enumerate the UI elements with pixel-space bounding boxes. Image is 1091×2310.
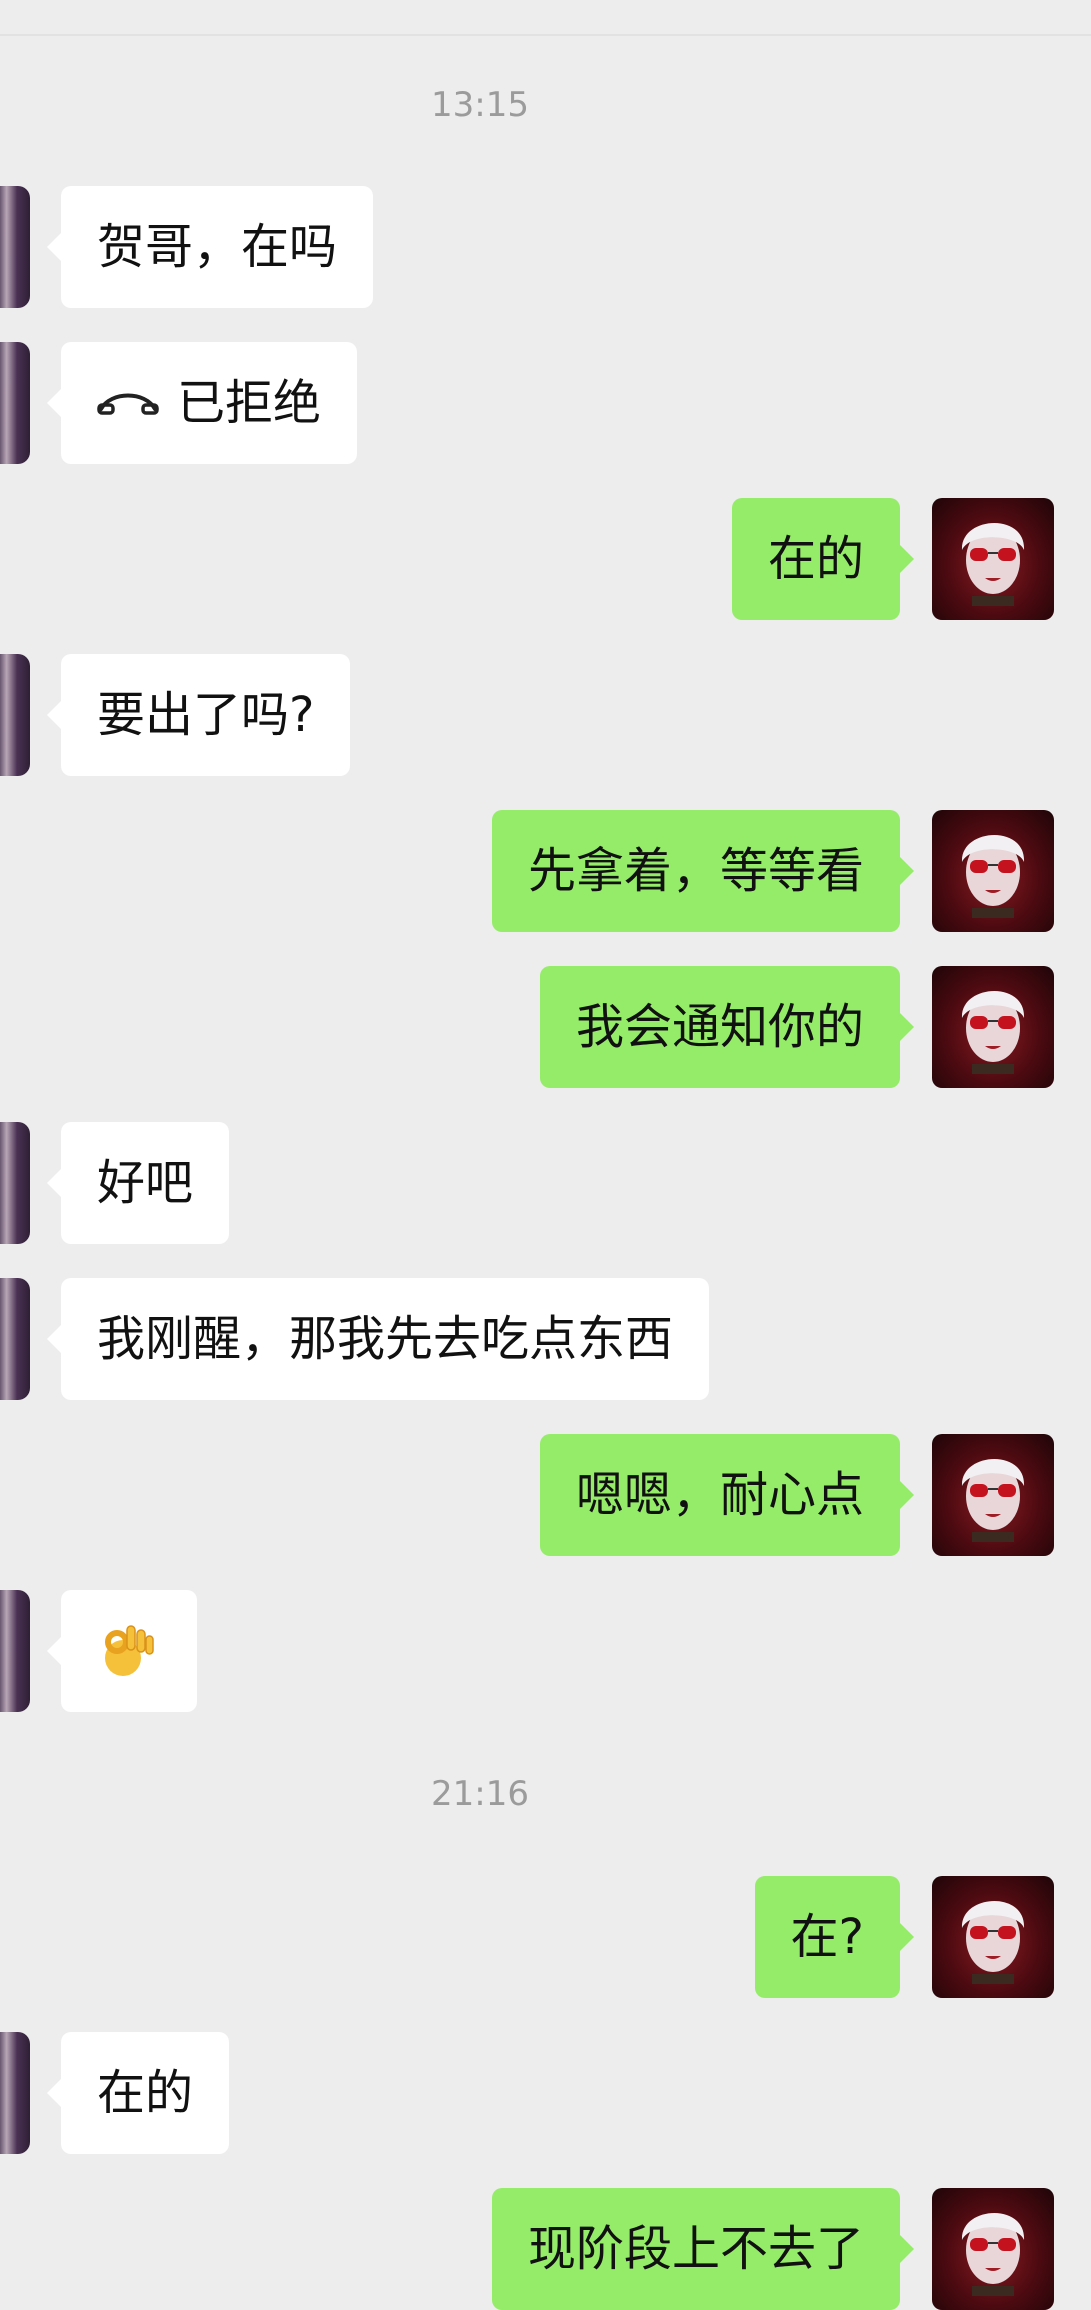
message-row-outgoing: 现阶段上不去了 <box>0 2188 1091 2310</box>
message-bubble-outgoing[interactable]: 现阶段上不去了 <box>491 2188 915 2310</box>
contact-avatar[interactable] <box>0 1122 30 1244</box>
message-bubble-incoming[interactable]: 贺哥，在吗 <box>46 186 374 308</box>
message-row-incoming: 我刚醒，那我先去吃点东西 <box>0 1278 1091 1400</box>
message-row-incoming: 已拒绝 <box>0 342 1091 464</box>
avatar-portrait-image <box>961 522 1025 606</box>
contact-avatar[interactable] <box>0 186 30 308</box>
call-record-bubble[interactable]: 已拒绝 <box>46 342 358 464</box>
message-row-incoming: 在的 <box>0 2032 1091 2154</box>
avatar-portrait-image <box>961 1900 1025 1984</box>
ok-hand-emoji-icon <box>105 1625 154 1676</box>
my-avatar[interactable] <box>932 810 1054 932</box>
contact-avatar[interactable] <box>0 2032 30 2154</box>
contact-avatar[interactable] <box>0 1590 30 1712</box>
my-avatar[interactable] <box>932 966 1054 1088</box>
message-row-outgoing: 我会通知你的 <box>0 966 1091 1088</box>
message-row-incoming <box>0 1590 1091 1712</box>
message-row-outgoing: 在? <box>0 1876 1091 1998</box>
avatar-portrait-image <box>961 1458 1025 1542</box>
message-bubble-incoming[interactable]: 在的 <box>46 2032 230 2154</box>
message-row-outgoing: 嗯嗯，耐心点 <box>0 1434 1091 1556</box>
timestamp: 21:16 <box>431 1774 529 1814</box>
timestamp: 13:15 <box>431 85 529 125</box>
message-bubble-incoming[interactable]: 要出了吗? <box>46 654 351 776</box>
message-row-outgoing: 在的 <box>0 498 1091 620</box>
message-bubble-outgoing[interactable]: 在? <box>754 1876 915 1998</box>
avatar-portrait-image <box>961 990 1025 1074</box>
message-bubble-outgoing[interactable]: 在的 <box>731 498 915 620</box>
message-row-outgoing: 先拿着，等等看 <box>0 810 1091 932</box>
avatar-portrait-image <box>961 834 1025 918</box>
avatar-portrait-image <box>961 2212 1025 2296</box>
chat-message-list[interactable]: 13:15 贺哥，在吗 已拒绝 在的 要出了吗? 先拿着，等等看 我会通知你的 … <box>0 0 1091 2310</box>
contact-avatar[interactable] <box>0 654 30 776</box>
contact-avatar[interactable] <box>0 342 30 464</box>
message-bubble-outgoing[interactable]: 先拿着，等等看 <box>491 810 915 932</box>
contact-avatar[interactable] <box>0 1278 30 1400</box>
message-row-incoming: 要出了吗? <box>0 654 1091 776</box>
message-bubble-emoji[interactable] <box>47 1590 197 1712</box>
my-avatar[interactable] <box>932 1434 1054 1556</box>
message-row-incoming: 贺哥，在吗 <box>0 186 1091 308</box>
message-bubble-incoming[interactable]: 好吧 <box>46 1122 230 1244</box>
message-bubble-incoming[interactable]: 我刚醒，那我先去吃点东西 <box>46 1278 710 1400</box>
phone-hangup-icon <box>97 393 159 415</box>
call-status-text: 已拒绝 <box>177 375 322 431</box>
my-avatar[interactable] <box>932 498 1054 620</box>
message-bubble-outgoing[interactable]: 嗯嗯，耐心点 <box>539 1434 915 1556</box>
my-avatar[interactable] <box>932 2188 1054 2310</box>
my-avatar[interactable] <box>932 1876 1054 1998</box>
message-bubble-outgoing[interactable]: 我会通知你的 <box>539 966 915 1088</box>
message-row-incoming: 好吧 <box>0 1122 1091 1244</box>
